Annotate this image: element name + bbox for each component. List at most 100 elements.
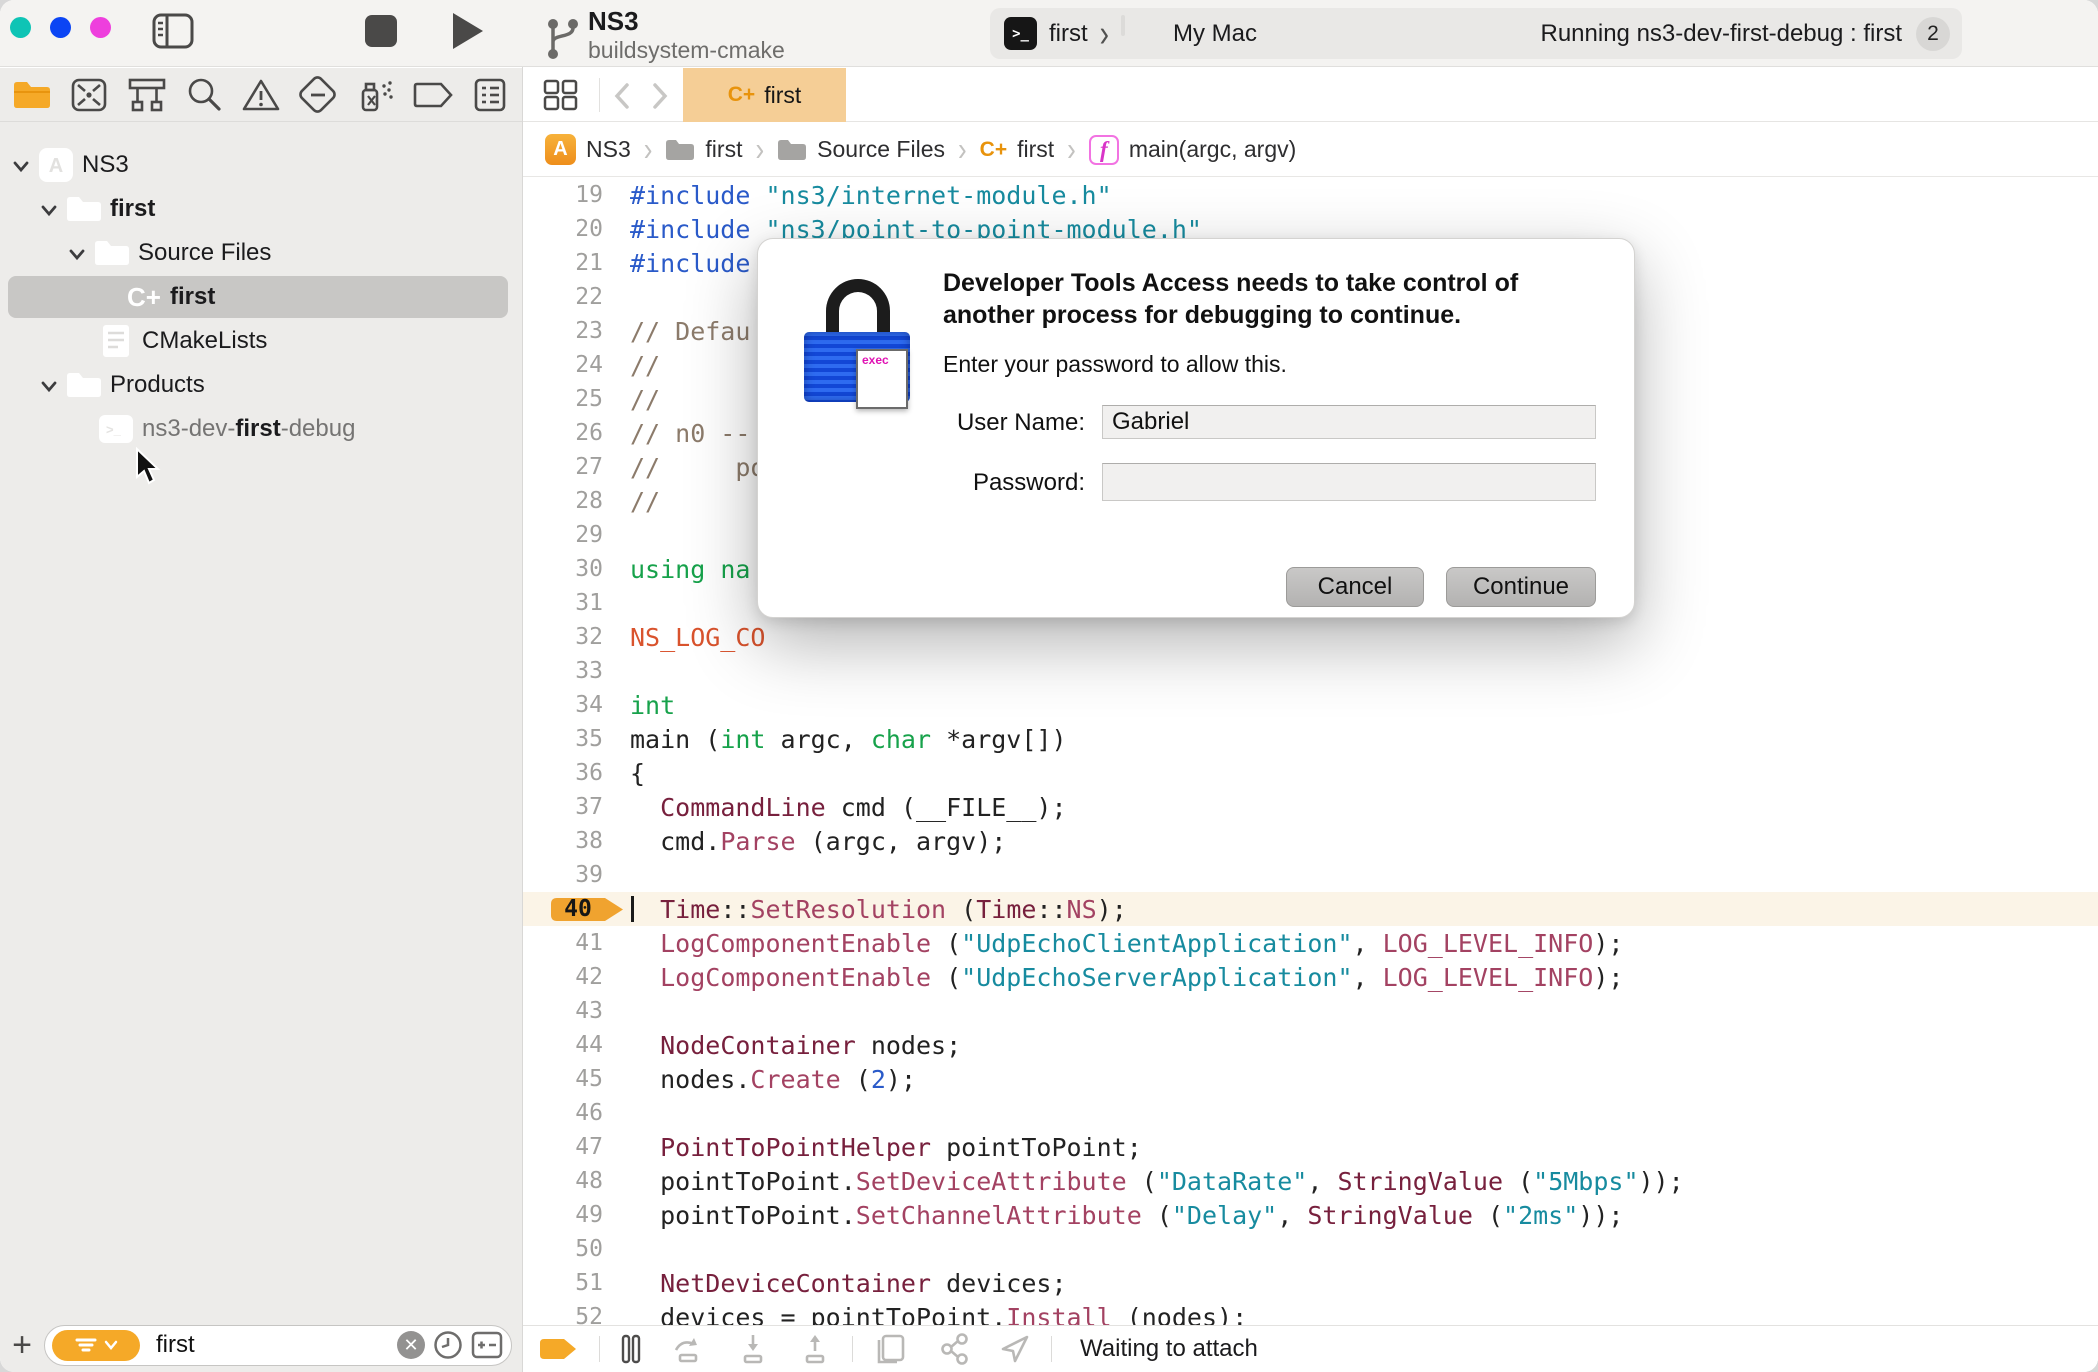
filter-options-icon[interactable] <box>52 1329 140 1361</box>
code-text[interactable]: // n0 -- <box>630 419 750 448</box>
status-badge[interactable]: 2 <box>1916 16 1950 51</box>
code-text[interactable]: PointToPointHelper pointToPoint; <box>630 1133 1142 1162</box>
disclosure-chevron-icon[interactable] <box>12 157 30 175</box>
line-number[interactable]: 20 <box>523 216 603 242</box>
code-line-19[interactable]: 19 #include "ns3/internet-module.h" <box>523 178 2098 212</box>
location-icon[interactable] <box>999 1333 1031 1365</box>
stop-button[interactable] <box>365 15 397 47</box>
tree-row-first[interactable]: first <box>0 187 522 231</box>
code-text[interactable]: NodeContainer nodes; <box>630 1031 961 1060</box>
tree-row-cmakelists[interactable]: CMakeLists <box>0 319 522 363</box>
code-line-49[interactable]: 49 pointToPoint.SetChannelAttribute ("De… <box>523 1198 2098 1232</box>
line-number[interactable]: 33 <box>523 658 603 684</box>
step-over-icon[interactable] <box>670 1334 708 1364</box>
close-button[interactable] <box>10 17 31 38</box>
code-line-38[interactable]: 38 cmd.Parse (argc, argv); <box>523 824 2098 858</box>
sidebar-divider[interactable] <box>522 67 523 1372</box>
code-line-50[interactable]: 50 <box>523 1232 2098 1266</box>
line-number[interactable]: 38 <box>523 828 603 854</box>
symbol-navigator-icon[interactable] <box>125 75 169 115</box>
code-text[interactable]: pointToPoint.SetChannelAttribute ("Delay… <box>630 1201 1623 1230</box>
code-line-48[interactable]: 48 pointToPoint.SetDeviceAttribute ("Dat… <box>523 1164 2098 1198</box>
sidebar-toggle-icon[interactable] <box>152 13 194 49</box>
tree-row-ns3[interactable]: A NS3 <box>0 143 522 187</box>
project-navigator-icon[interactable] <box>10 75 54 115</box>
line-number[interactable]: 42 <box>523 964 603 990</box>
scheme-selector[interactable]: >_ first › My Mac <box>1004 8 1257 59</box>
line-number[interactable]: 47 <box>523 1134 603 1160</box>
code-line-46[interactable]: 46 <box>523 1096 2098 1130</box>
view-stack-icon[interactable] <box>873 1333 909 1365</box>
code-line-39[interactable]: 39 <box>523 858 2098 892</box>
code-line-45[interactable]: 45 nodes.Create (2); <box>523 1062 2098 1096</box>
line-number[interactable]: 43 <box>523 998 603 1024</box>
minimize-button[interactable] <box>50 17 71 38</box>
breakpoint-navigator-icon[interactable] <box>411 75 455 115</box>
code-line-43[interactable]: 43 <box>523 994 2098 1028</box>
breadcrumb-item[interactable]: C+ first <box>980 136 1055 163</box>
line-number[interactable]: 23 <box>523 318 603 344</box>
code-text[interactable]: cmd.Parse (argc, argv); <box>630 827 1006 856</box>
line-number[interactable]: 28 <box>523 488 603 514</box>
line-number[interactable]: 21 <box>523 250 603 276</box>
code-line-47[interactable]: 47 PointToPointHelper pointToPoint; <box>523 1130 2098 1164</box>
code-text[interactable]: using na <box>630 555 750 584</box>
code-text[interactable]: Time::SetResolution (Time::NS); <box>630 895 1127 924</box>
code-text[interactable]: // po <box>630 453 765 482</box>
username-field[interactable]: Gabriel <box>1102 405 1596 439</box>
code-text[interactable]: LogComponentEnable ("UdpEchoServerApplic… <box>630 963 1623 992</box>
line-number[interactable]: 26 <box>523 420 603 446</box>
code-text[interactable]: LogComponentEnable ("UdpEchoClientApplic… <box>630 929 1623 958</box>
tab-overview-icon[interactable] <box>543 79 579 111</box>
code-line-36[interactable]: 36 { <box>523 756 2098 790</box>
source-control-navigator-icon[interactable] <box>67 75 111 115</box>
line-number[interactable]: 36 <box>523 760 603 786</box>
code-text[interactable]: // <box>630 351 660 380</box>
breadcrumb-item[interactable]: f main(argc, argv) <box>1088 134 1296 165</box>
step-into-icon[interactable] <box>736 1333 770 1365</box>
code-text[interactable]: #include "ns3/internet-module.h" <box>630 181 1112 210</box>
line-number[interactable]: 50 <box>523 1236 603 1262</box>
code-text[interactable]: { <box>630 759 645 788</box>
recents-clock-icon[interactable] <box>433 1330 463 1360</box>
line-number[interactable]: 48 <box>523 1168 603 1194</box>
code-line-51[interactable]: 51 NetDeviceContainer devices; <box>523 1266 2098 1300</box>
line-number[interactable]: 40 <box>549 892 607 926</box>
code-line-41[interactable]: 41 LogComponentEnable ("UdpEchoClientApp… <box>523 926 2098 960</box>
line-number[interactable]: 19 <box>523 182 603 208</box>
line-number[interactable]: 51 <box>523 1270 603 1296</box>
add-button[interactable]: + <box>0 1326 44 1365</box>
test-navigator-icon[interactable] <box>296 75 340 115</box>
code-line-32[interactable]: 32 NS_LOG_CO <box>523 620 2098 654</box>
line-number[interactable]: 30 <box>523 556 603 582</box>
scheme-destination[interactable]: My Mac <box>1173 20 1257 48</box>
breadcrumb-item[interactable]: first <box>665 136 742 163</box>
disclosure-chevron-icon[interactable] <box>68 245 86 263</box>
line-number[interactable]: 41 <box>523 930 603 956</box>
zoom-button[interactable] <box>90 17 111 38</box>
line-number[interactable]: 25 <box>523 386 603 412</box>
debug-navigator-icon[interactable] <box>354 75 398 115</box>
tree-row-source-files[interactable]: Source Files <box>0 231 522 275</box>
code-line-33[interactable]: 33 <box>523 654 2098 688</box>
line-number[interactable]: 34 <box>523 692 603 718</box>
code-line-37[interactable]: 37 CommandLine cmd (__FILE__); <box>523 790 2098 824</box>
filter-field[interactable]: first ✕ <box>44 1324 512 1366</box>
line-number[interactable]: 32 <box>523 624 603 650</box>
step-out-icon[interactable] <box>798 1333 832 1365</box>
find-navigator-icon[interactable] <box>182 75 226 115</box>
code-text[interactable]: // <box>630 487 660 516</box>
back-icon[interactable] <box>611 81 633 111</box>
scheme-target[interactable]: first <box>1049 20 1088 48</box>
code-text[interactable]: nodes.Create (2); <box>630 1065 916 1094</box>
threads-icon[interactable] <box>937 1333 971 1365</box>
filter-input[interactable]: first <box>156 1331 397 1359</box>
forward-icon[interactable] <box>649 81 671 111</box>
line-number[interactable]: 22 <box>523 284 603 310</box>
plus-minus-filter-icon[interactable] <box>471 1331 503 1359</box>
code-line-35[interactable]: 35 main (int argc, char *argv[]) <box>523 722 2098 756</box>
tree-row-first[interactable]: C+ first <box>0 275 522 319</box>
code-text[interactable]: #include <box>630 249 750 278</box>
line-number[interactable]: 44 <box>523 1032 603 1058</box>
code-text[interactable]: NetDeviceContainer devices; <box>630 1269 1066 1298</box>
